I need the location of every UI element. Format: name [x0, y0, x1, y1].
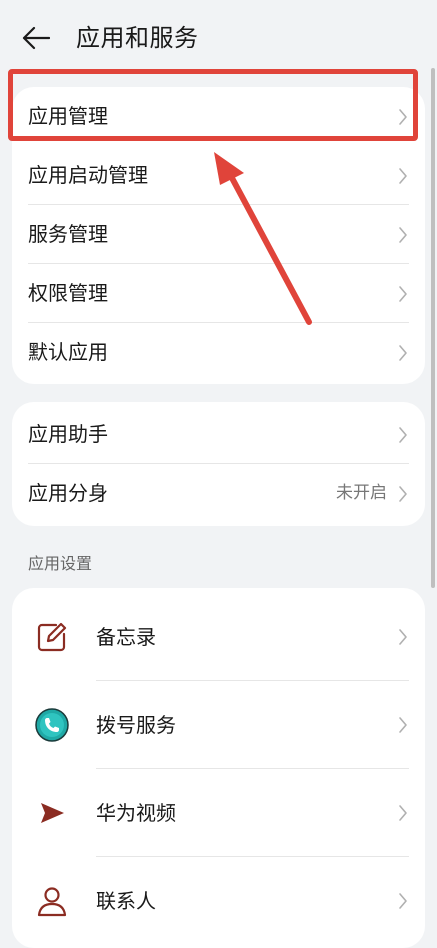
chevron-right-icon	[399, 168, 407, 184]
back-button[interactable]	[22, 22, 58, 54]
settings-item-default-apps[interactable]: 默认应用	[12, 323, 425, 382]
chevron-right-icon	[399, 805, 407, 821]
phone-icon	[35, 708, 69, 742]
chevron-right-icon	[399, 486, 407, 502]
app-item-label: 备忘录	[96, 625, 156, 649]
settings-item-service-management[interactable]: 服务管理	[12, 205, 425, 264]
chevron-right-icon	[399, 286, 407, 302]
app-item-dialer[interactable]: 拨号服务	[12, 681, 425, 769]
scrollbar[interactable]	[431, 68, 435, 588]
app-item-label: 拨号服务	[96, 713, 176, 737]
settings-item-app-assistant[interactable]: 应用助手	[12, 405, 425, 464]
app-item-label: 联系人	[96, 889, 156, 913]
chevron-right-icon	[399, 427, 407, 443]
video-play-icon	[41, 803, 64, 823]
chevron-right-icon	[399, 345, 407, 361]
settings-item-label: 应用启动管理	[28, 163, 148, 187]
settings-item-status: 未开启	[336, 483, 387, 503]
back-arrow-icon	[22, 26, 50, 50]
chevron-right-icon	[399, 227, 407, 243]
app-settings-group: 备忘录 拨号服务 华为视频 联系人	[12, 588, 425, 948]
contact-person-icon	[37, 887, 67, 917]
settings-item-label: 应用分身	[28, 481, 108, 505]
settings-group-1: 应用管理 应用启动管理 服务管理 权限管理 默认应用	[12, 87, 425, 384]
settings-item-label: 权限管理	[28, 281, 108, 305]
settings-item-app-twin[interactable]: 应用分身 未开启	[12, 464, 425, 523]
settings-item-permission-management[interactable]: 权限管理	[12, 264, 425, 323]
app-item-huawei-video[interactable]: 华为视频	[12, 769, 425, 857]
page-title: 应用和服务	[76, 24, 199, 52]
app-item-label: 华为视频	[96, 801, 176, 825]
chevron-right-icon	[399, 629, 407, 645]
settings-item-label: 应用管理	[28, 104, 108, 128]
settings-item-label: 应用助手	[28, 422, 108, 446]
settings-item-app-management[interactable]: 应用管理	[12, 87, 425, 146]
settings-item-label: 服务管理	[28, 222, 108, 246]
chevron-right-icon	[399, 893, 407, 909]
notepad-icon	[37, 622, 67, 652]
settings-item-startup-management[interactable]: 应用启动管理	[12, 146, 425, 205]
settings-item-label: 默认应用	[28, 340, 108, 364]
settings-group-2: 应用助手 应用分身 未开启	[12, 402, 425, 526]
section-title: 应用设置	[28, 554, 93, 573]
chevron-right-icon	[399, 109, 407, 125]
app-item-contacts[interactable]: 联系人	[12, 857, 425, 945]
header: 应用和服务	[0, 0, 437, 76]
app-item-notepad[interactable]: 备忘录	[12, 593, 425, 681]
chevron-right-icon	[399, 717, 407, 733]
